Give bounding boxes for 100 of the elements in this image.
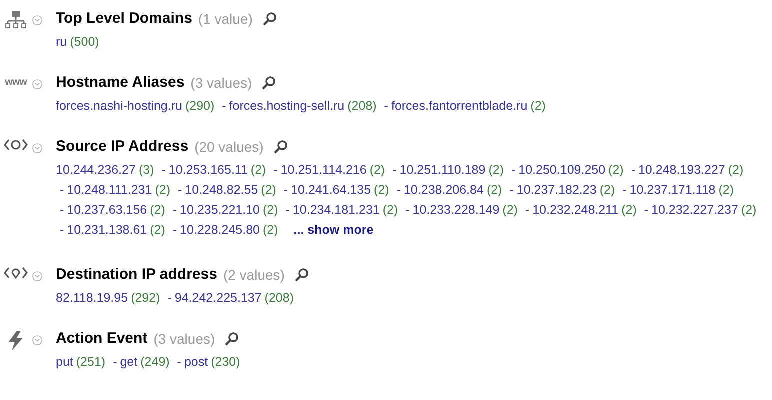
value-link[interactable]: 10.244.236.27 [56, 163, 136, 177]
value-link[interactable]: 10.253.165.11 [168, 163, 248, 177]
search-icon[interactable] [262, 76, 276, 90]
value-link[interactable]: 10.241.64.135 [291, 183, 372, 197]
section-title: Source IP Address [56, 136, 189, 157]
separator: - [644, 203, 649, 217]
separator: - [284, 183, 288, 197]
separator: - [222, 99, 226, 113]
value-link[interactable]: 10.228.245.80 [180, 223, 260, 237]
value-frequency: (3) [138, 163, 154, 177]
network-icon [5, 11, 27, 29]
brackets-pin-icon [4, 267, 28, 279]
separator: - [392, 163, 397, 177]
separator: - [406, 203, 410, 217]
separator: - [396, 183, 401, 197]
value-frequency: (2) [370, 163, 386, 177]
search-icon[interactable] [225, 332, 240, 346]
value-link[interactable]: 10.237.171.118 [630, 183, 716, 197]
value-link[interactable]: 10.237.63.156 [67, 203, 148, 217]
value-frequency: (2) [263, 203, 278, 217]
value-link[interactable]: 10.251.114.216 [280, 163, 367, 177]
value-link[interactable]: 10.233.228.149 [412, 203, 500, 217]
value-frequency: (292) [131, 291, 160, 305]
value-count: (20 values) [194, 138, 264, 157]
value-frequency: (2) [530, 99, 546, 113]
separator: - [172, 223, 178, 237]
separator: - [622, 183, 627, 197]
value-count: (1 value) [198, 10, 253, 29]
separator: - [168, 291, 172, 305]
separator: - [286, 203, 290, 217]
separator: - [525, 203, 530, 217]
show-more-link[interactable]: ... show more [294, 223, 374, 237]
value-link[interactable]: forces.nashi-hosting.ru [56, 99, 182, 113]
value-count: (3 values) [190, 74, 252, 93]
value-frequency: (2) [263, 223, 278, 237]
value-frequency: (2) [155, 183, 170, 197]
value-link[interactable]: forces.hosting-sell.ru [229, 99, 345, 113]
separator: - [177, 355, 182, 369]
value-frequency: (2) [741, 203, 757, 217]
separator: - [631, 163, 636, 177]
separator: - [60, 203, 64, 217]
value-link[interactable]: 10.234.181.231 [292, 203, 380, 217]
value-frequency: (2) [608, 163, 624, 177]
value-frequency: (2) [502, 203, 518, 217]
value-frequency: (230) [211, 355, 240, 369]
value-link[interactable]: 10.248.111.231 [67, 183, 152, 197]
search-icon[interactable] [262, 12, 277, 26]
section-title: Destination IP address [56, 264, 218, 285]
value-link[interactable]: 10.235.221.10 [180, 203, 260, 217]
section-title: Action Event [56, 328, 148, 349]
value-frequency: (2) [728, 163, 744, 177]
value-link[interactable]: 82.118.19.95 [56, 291, 128, 305]
value-link[interactable]: 10.231.138.61 [67, 223, 148, 237]
value-frequency: (2) [622, 203, 637, 217]
value-link[interactable]: post [184, 355, 208, 369]
value-link[interactable]: forces.fantorrentblade.ru [391, 99, 528, 113]
separator: - [60, 223, 64, 237]
value-link[interactable]: 10.232.227.237 [652, 203, 738, 217]
value-frequency: (208) [348, 99, 377, 113]
value-link[interactable]: 10.232.248.211 [532, 203, 619, 217]
search-icon[interactable] [274, 140, 288, 154]
separator: - [510, 183, 514, 197]
separator: - [274, 163, 278, 177]
separator: - [162, 163, 166, 177]
value-frequency: (2) [150, 223, 166, 237]
value-frequency: (251) [76, 355, 106, 369]
value-link[interactable]: put [56, 355, 74, 369]
value-link[interactable]: 10.248.82.55 [185, 183, 258, 197]
value-frequency: (2) [382, 203, 398, 217]
separator: - [113, 355, 118, 369]
value-frequency: (2) [250, 163, 266, 177]
value-count: (2 values) [223, 266, 285, 285]
value-link[interactable]: 10.251.110.189 [400, 163, 486, 177]
separator: - [178, 183, 182, 197]
search-icon[interactable] [294, 268, 309, 282]
lightning-icon [8, 331, 24, 351]
value-count: (3 values) [154, 330, 216, 349]
value-link[interactable]: 10.250.109.250 [518, 163, 606, 177]
value-frequency: (2) [261, 183, 276, 197]
value-frequency: (2) [486, 183, 502, 197]
separator: - [384, 99, 388, 113]
value-link[interactable]: get [120, 355, 138, 369]
value-frequency: (2) [374, 183, 390, 197]
separator: - [511, 163, 516, 177]
value-frequency: (2) [718, 183, 734, 197]
value-link[interactable]: ru [56, 35, 68, 49]
separator: - [172, 203, 178, 217]
separator: - [60, 183, 64, 197]
section-title: Top Level Domains [56, 8, 192, 29]
value-frequency: (208) [264, 291, 294, 305]
value-link[interactable]: 94.242.225.137 [174, 291, 262, 305]
value-frequency: (2) [600, 183, 616, 197]
value-link[interactable]: 10.237.182.23 [516, 183, 597, 197]
value-frequency: (290) [185, 99, 215, 113]
value-link[interactable]: 10.238.206.84 [404, 183, 484, 197]
value-link[interactable]: 10.248.193.227 [638, 163, 726, 177]
www-label: www [5, 76, 27, 90]
value-frequency: (2) [150, 203, 166, 217]
value-frequency: (2) [488, 163, 504, 177]
section-title: Hostname Aliases [56, 72, 185, 93]
